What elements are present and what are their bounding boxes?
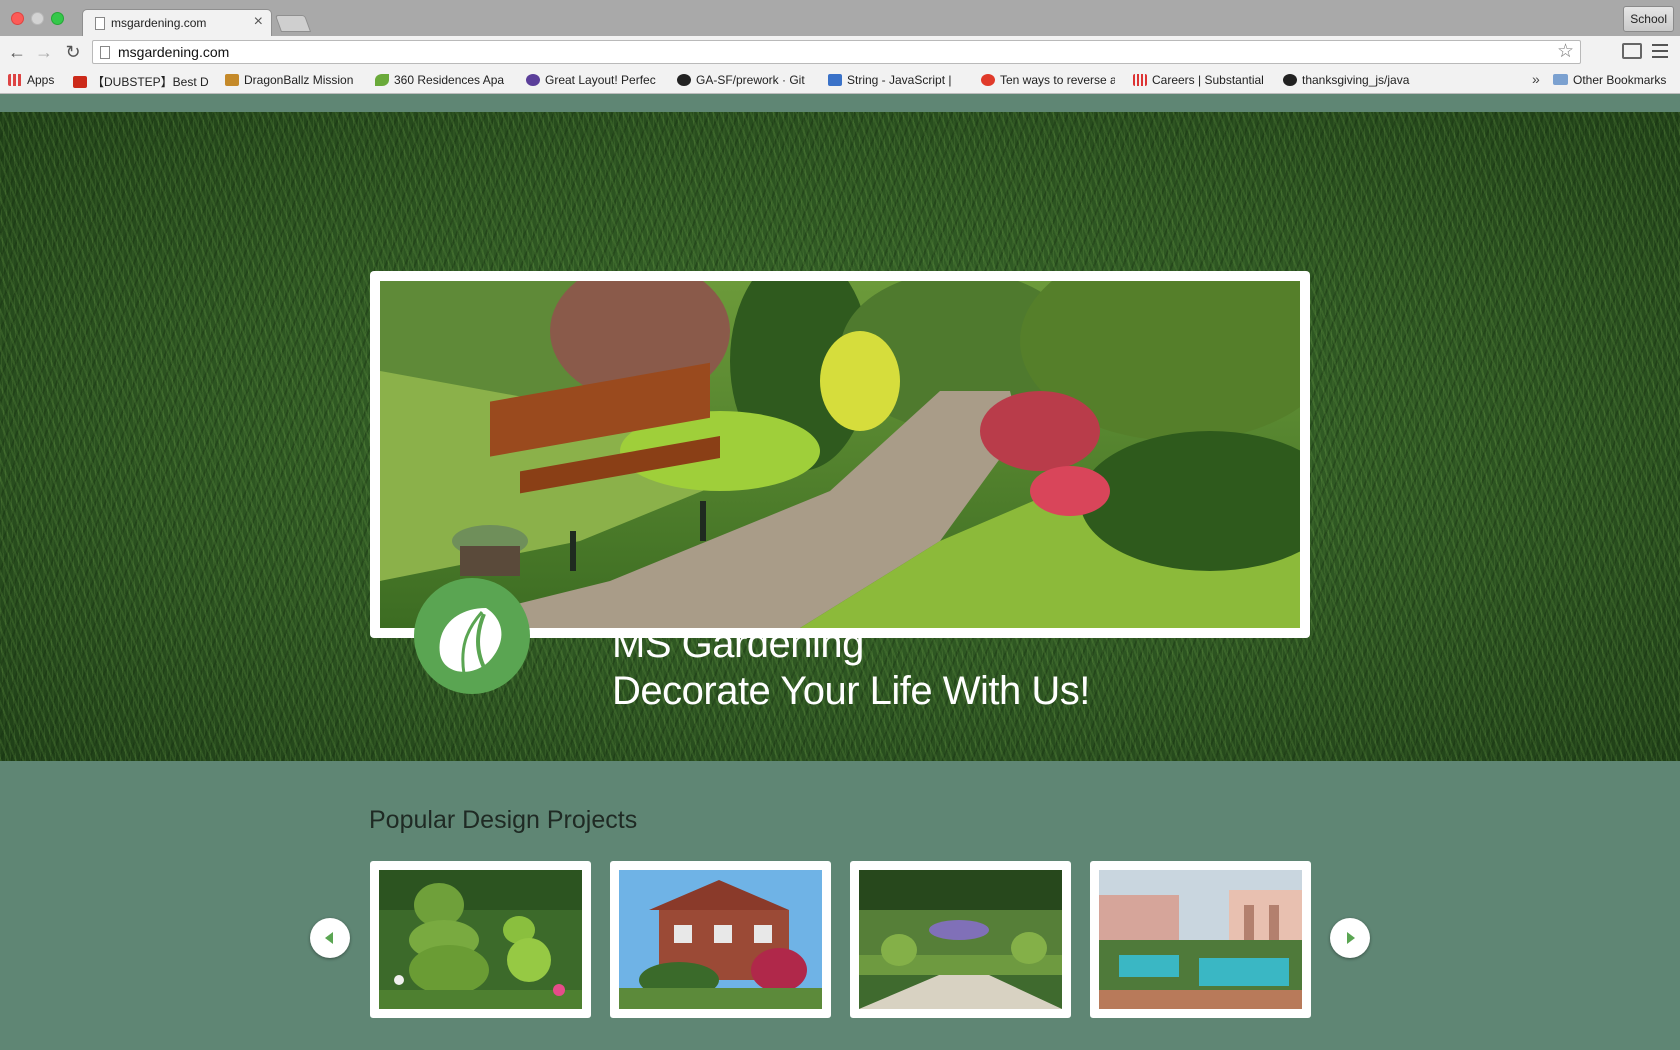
address-bar[interactable]: msgardening.com ☆ — [92, 40, 1581, 64]
tab-title: msgardening.com — [111, 16, 207, 30]
more-bookmarks-chevron-icon[interactable]: » — [1532, 71, 1540, 87]
bookmark-item[interactable]: thanksgiving_js/java — [1283, 73, 1419, 87]
chevron-left-icon — [325, 932, 333, 944]
peace-icon — [526, 74, 540, 86]
project-thumbnail-house[interactable] — [610, 861, 831, 1018]
cast-icon[interactable] — [1622, 43, 1642, 59]
project-carousel — [0, 861, 1680, 1021]
bookmark-item[interactable]: String - JavaScript | — [828, 73, 962, 87]
hero-grass-banner: MS Gardening Decorate Your Life With Us! — [0, 112, 1680, 761]
section-title: Popular Design Projects — [369, 806, 638, 834]
page-icon — [100, 46, 110, 59]
star-badge-icon — [981, 74, 995, 86]
leaf-icon — [375, 74, 389, 86]
browser-tabstrip: msgardening.com × School — [0, 0, 1680, 36]
garden-bench-photo — [340, 241, 1340, 628]
other-bookmarks[interactable]: Other Bookmarks — [1553, 73, 1678, 87]
brand-tagline: Decorate Your Life With Us! — [612, 669, 1090, 713]
brand-title: MS Gardening — [612, 622, 864, 666]
carousel-next-button[interactable] — [1330, 918, 1370, 958]
page-icon — [95, 17, 105, 30]
close-tab-icon[interactable]: × — [254, 13, 263, 31]
back-arrow-icon[interactable]: ← — [6, 41, 28, 63]
bookmark-item[interactable]: DragonBallz Mission — [225, 73, 359, 87]
chevron-right-icon — [1347, 932, 1355, 944]
project-thumbnail-topiary[interactable] — [370, 861, 591, 1018]
bookmark-item[interactable]: GA-SF/prework · Git — [677, 73, 811, 87]
formal-garden-photo — [859, 870, 1062, 1009]
bookmark-item[interactable]: Ten ways to reverse a — [981, 73, 1115, 87]
leaf-logo-icon[interactable] — [414, 578, 530, 694]
bookmarks-bar: Apps 【DUBSTEP】Best D DragonBallz Mission… — [0, 68, 1680, 94]
browser-tab[interactable]: msgardening.com × — [82, 9, 272, 36]
window-close-button[interactable] — [11, 12, 24, 25]
forward-arrow-icon[interactable]: → — [33, 41, 55, 63]
profile-button[interactable]: School — [1623, 6, 1674, 32]
youtube-icon — [73, 76, 87, 88]
dbz-icon — [225, 74, 239, 86]
reload-icon[interactable]: ↻ — [62, 41, 84, 63]
new-tab-button[interactable] — [274, 15, 312, 32]
bookmark-item[interactable]: Great Layout! Perfec — [526, 73, 662, 87]
apps-grid-icon — [8, 74, 22, 86]
bookmark-item[interactable]: 【DUBSTEP】Best D — [73, 73, 211, 90]
topiary-photo — [379, 870, 582, 1009]
window-minimize-button[interactable] — [31, 12, 44, 25]
menu-icon[interactable] — [1652, 44, 1668, 58]
project-thumbnail-formal-garden[interactable] — [850, 861, 1071, 1018]
house-photo — [619, 870, 822, 1009]
bookmark-apps[interactable]: Apps — [8, 73, 63, 87]
mdn-icon — [828, 74, 842, 86]
project-thumbnail-pool-garden[interactable] — [1090, 861, 1311, 1018]
browser-toolbar: ← → ↻ msgardening.com ☆ — [0, 36, 1680, 68]
bookmark-item[interactable]: 360 Residences Apa — [375, 73, 509, 87]
carousel-prev-button[interactable] — [310, 918, 350, 958]
url-text[interactable]: msgardening.com — [118, 44, 229, 60]
bookmark-item[interactable]: Careers | Substantial — [1133, 73, 1268, 87]
bookmark-star-icon[interactable]: ☆ — [1557, 41, 1574, 63]
pool-garden-photo — [1099, 870, 1302, 1009]
substantial-icon — [1133, 74, 1147, 86]
github-icon — [1283, 74, 1297, 86]
window-maximize-button[interactable] — [51, 12, 64, 25]
github-icon — [677, 74, 691, 86]
folder-icon — [1553, 74, 1568, 85]
page-viewport: MS Gardening Decorate Your Life With Us!… — [0, 95, 1680, 1050]
